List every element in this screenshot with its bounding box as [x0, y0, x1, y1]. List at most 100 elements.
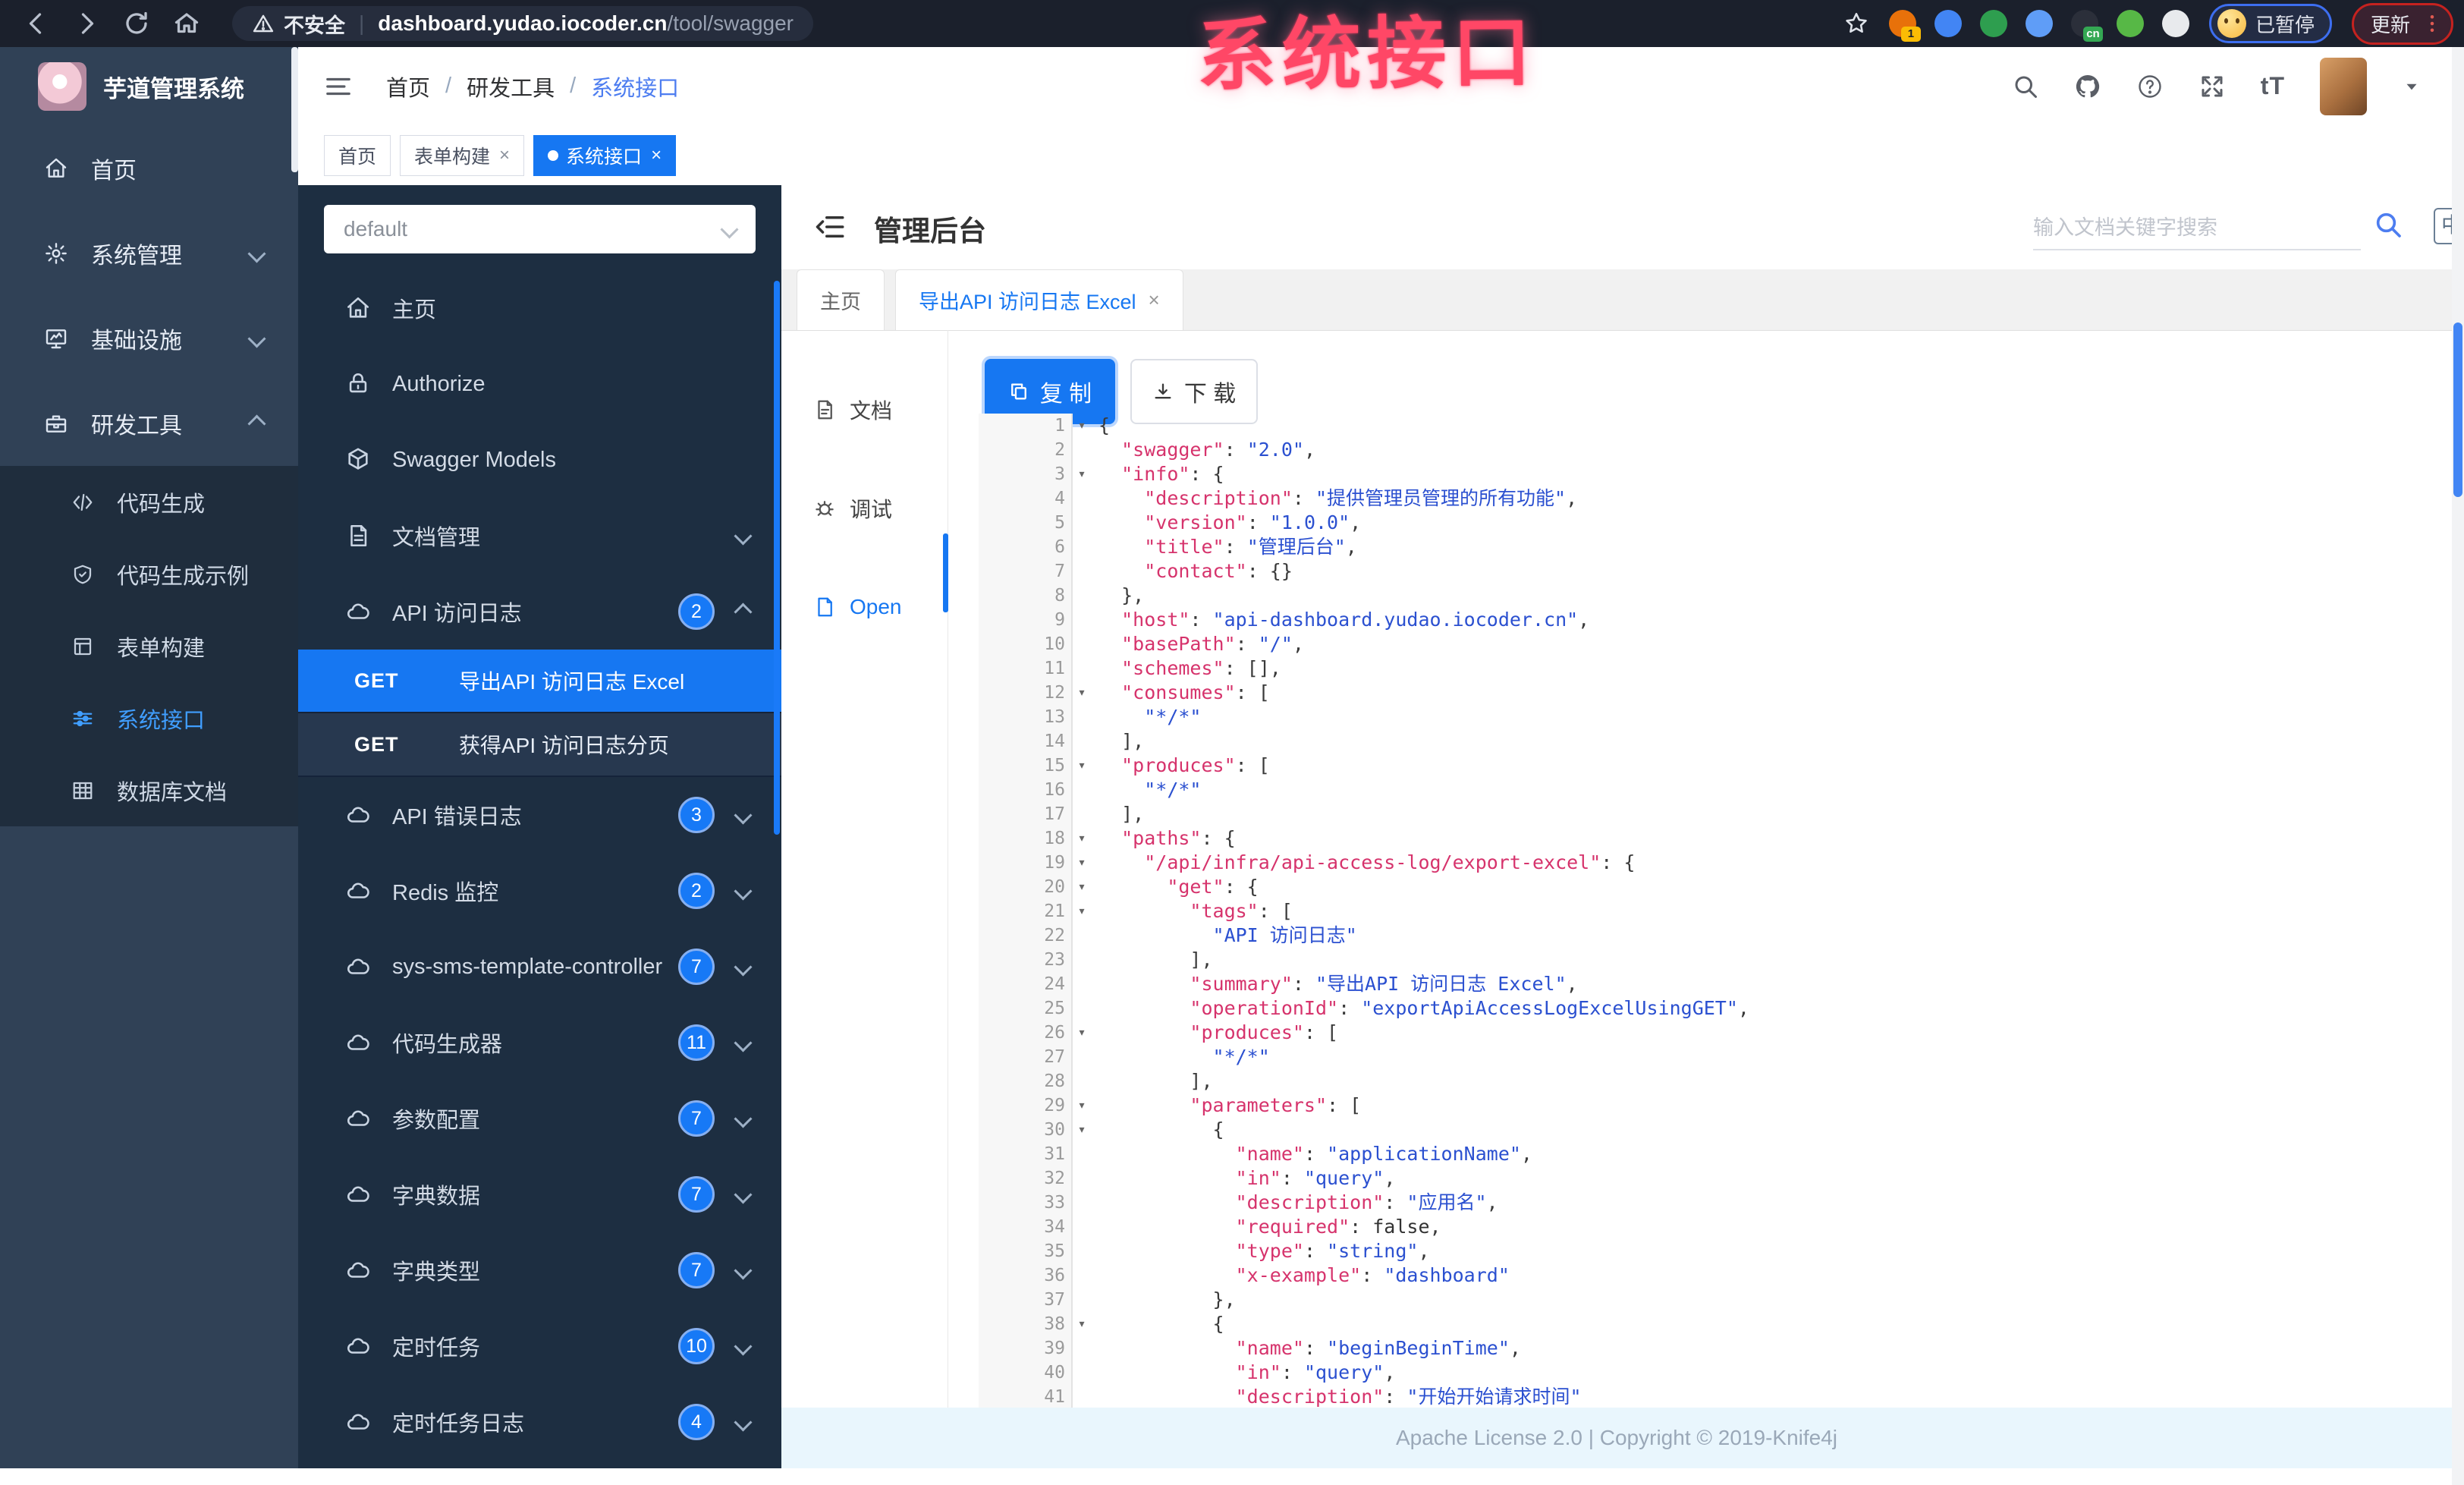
doc-tab-1[interactable]: 导出API 访问日志 Excel × [895, 269, 1183, 330]
sidebar-subitem-3[interactable]: 系统接口 [0, 682, 298, 754]
swagger-item-label: 文档管理 [392, 526, 481, 550]
fold-arrow-icon[interactable]: ▾ [1073, 875, 1091, 899]
api-operation-1[interactable]: GET 获得API 访问日志分页 [298, 713, 781, 777]
back-icon[interactable] [23, 10, 50, 37]
doc-search-icon[interactable] [2373, 209, 2403, 240]
language-toggle-icon[interactable]: 中 [2434, 208, 2452, 244]
swagger-group-3[interactable]: 代码生成器 11 [298, 1005, 781, 1081]
sidebar-scrollbar[interactable] [291, 47, 298, 172]
close-icon[interactable]: × [499, 145, 510, 166]
line-number: 20 ▾ [979, 875, 1086, 899]
extension-blue-drop[interactable] [1934, 10, 1962, 37]
swagger-item-4[interactable]: API 访问日志 2 [298, 574, 781, 650]
sidebar-item-1[interactable]: 系统管理 [0, 211, 298, 296]
profile-paused-chip[interactable]: 已暂停 [2208, 4, 2332, 43]
doc-nav-Open[interactable]: Open [781, 558, 948, 656]
swagger-group-4[interactable]: 参数配置 7 [298, 1081, 781, 1156]
sidebar-item-3[interactable]: 研发工具 [0, 381, 298, 466]
page-scrollbar[interactable] [2452, 47, 2464, 1485]
swagger-group-7[interactable]: 定时任务 10 [298, 1308, 781, 1384]
group-select[interactable]: default [324, 205, 756, 253]
fold-arrow-icon[interactable]: ▾ [1073, 1118, 1091, 1142]
fullscreen-icon[interactable] [2198, 73, 2226, 100]
doc-nav-文档[interactable]: 文档 [781, 360, 948, 459]
swagger-item-0[interactable]: 主页 [298, 270, 781, 346]
fold-arrow-icon[interactable]: ▾ [1073, 1093, 1091, 1118]
sidebar-subitem-4[interactable]: 数据库文档 [0, 754, 298, 826]
brand-title: 芋道管理系统 [103, 75, 244, 102]
gear-icon [44, 241, 68, 266]
close-icon[interactable]: × [1149, 288, 1160, 312]
code-editor[interactable]: 1 ▾{2 "swagger": "2.0", 3 ▾ "info": {4 "des… [979, 414, 2452, 1409]
breadcrumb-link[interactable]: 研发工具 [467, 71, 555, 102]
brand-row[interactable]: 芋道管理系统 [0, 47, 298, 126]
swagger-scrollbar[interactable] [774, 281, 780, 835]
code-text: "description": "开始开始请求时间" [1235, 1386, 1582, 1408]
swagger-item-2[interactable]: Swagger Models [298, 422, 781, 498]
swagger-group-6[interactable]: 字典类型 7 [298, 1232, 781, 1308]
sidebar-item-2[interactable]: 基础设施 [0, 296, 298, 381]
font-size-icon[interactable]: tT [2261, 72, 2285, 100]
swagger-group-5[interactable]: 字典数据 7 [298, 1156, 781, 1232]
browser-menu-dots-icon[interactable] [2421, 12, 2444, 35]
sidebar-item-home[interactable]: 首页 [0, 126, 298, 211]
extension-green-circle[interactable] [1979, 10, 2007, 37]
tags-view-tab[interactable]: 首页 [324, 134, 391, 176]
swagger-item-1[interactable]: Authorize [298, 346, 781, 422]
chevron-down-icon[interactable] [2402, 77, 2422, 96]
sidebar-subitem-0[interactable]: 代码生成 [0, 466, 298, 538]
fold-arrow-icon[interactable]: ▾ [1073, 681, 1091, 705]
search-icon[interactable] [2012, 73, 2039, 100]
code-text: "version": "1.0.0", [1144, 511, 1362, 533]
page-scrollbar-thumb[interactable] [2453, 322, 2462, 497]
tags-view-tab[interactable]: 系统接口 × [533, 134, 677, 176]
swagger-group-1[interactable]: Redis 监控 2 [298, 853, 781, 929]
swagger-group-2[interactable]: sys-sms-template-controller 7 [298, 929, 781, 1005]
swagger-group-0[interactable]: API 错误日志 3 [298, 777, 781, 853]
code-text: "schemes": [], [1121, 657, 1281, 679]
github-icon[interactable] [2074, 73, 2101, 100]
swagger-group-8[interactable]: 定时任务日志 4 [298, 1384, 781, 1460]
swagger-group-9[interactable]: 岗位 [298, 1460, 781, 1468]
collapse-menu-icon[interactable] [815, 211, 847, 243]
extension-translate[interactable]: cn [2070, 10, 2103, 42]
api-operation-0[interactable]: GET 导出API 访问日志 Excel [298, 650, 781, 713]
forward-icon[interactable] [73, 10, 100, 37]
fold-arrow-icon[interactable]: ▾ [1073, 1021, 1091, 1045]
fold-arrow-icon[interactable]: ▾ [1073, 826, 1091, 851]
avatar[interactable] [2320, 57, 2367, 115]
code-line: 18 ▾ "paths": { [979, 826, 2452, 851]
line-number: 30 ▾ [979, 1118, 1086, 1142]
swagger-item-3[interactable]: 文档管理 [298, 498, 781, 574]
fold-arrow-icon[interactable]: ▾ [1073, 1312, 1091, 1336]
bookmark-star-icon[interactable] [1843, 11, 1869, 36]
doc-main: 管理后台 输入文档关键字搜索 中 主页 导出API 访问日志 Excel × 文档调… [781, 185, 2452, 1485]
address-bar[interactable]: 不安全 | dashboard.yudao.iocoder.cn /tool/s… [232, 6, 814, 41]
breadcrumb-link[interactable]: 首页 [386, 71, 430, 102]
fold-arrow-icon[interactable]: ▾ [1073, 414, 1091, 438]
chevron-down-icon [247, 244, 266, 263]
sidebar-subitem-2[interactable]: 表单构建 [0, 610, 298, 682]
hamburger-icon[interactable] [324, 72, 353, 101]
extension-orange[interactable]: 1 [1888, 10, 1921, 42]
fold-arrow-icon[interactable]: ▾ [1073, 754, 1091, 778]
fold-arrow-icon[interactable]: ▾ [1073, 899, 1091, 923]
doc-search-input[interactable]: 输入文档关键字搜索 [2033, 202, 2361, 250]
doc-tab-0[interactable]: 主页 [797, 269, 885, 330]
url-host: dashboard.yudao.iocoder.cn [378, 11, 668, 35]
browser-home-icon[interactable] [173, 10, 200, 37]
chrome-update-button[interactable]: 更新 [2351, 2, 2453, 45]
extension-green-leaf[interactable] [2116, 10, 2144, 37]
docpage-icon [813, 398, 836, 421]
extension-white-paw[interactable] [2161, 10, 2189, 37]
extension-blue-grid[interactable] [2025, 10, 2053, 37]
close-icon[interactable]: × [651, 145, 662, 166]
fold-arrow-icon[interactable]: ▾ [1073, 851, 1091, 875]
doc-nav-调试[interactable]: 调试 [781, 459, 948, 558]
insecure-warning-icon[interactable] [252, 12, 275, 35]
sidebar-subitem-1[interactable]: 代码生成示例 [0, 538, 298, 610]
tags-view-tab[interactable]: 表单构建 × [400, 134, 525, 176]
reload-icon[interactable] [123, 10, 150, 37]
help-icon[interactable] [2136, 73, 2164, 100]
fold-arrow-icon[interactable]: ▾ [1073, 462, 1091, 486]
